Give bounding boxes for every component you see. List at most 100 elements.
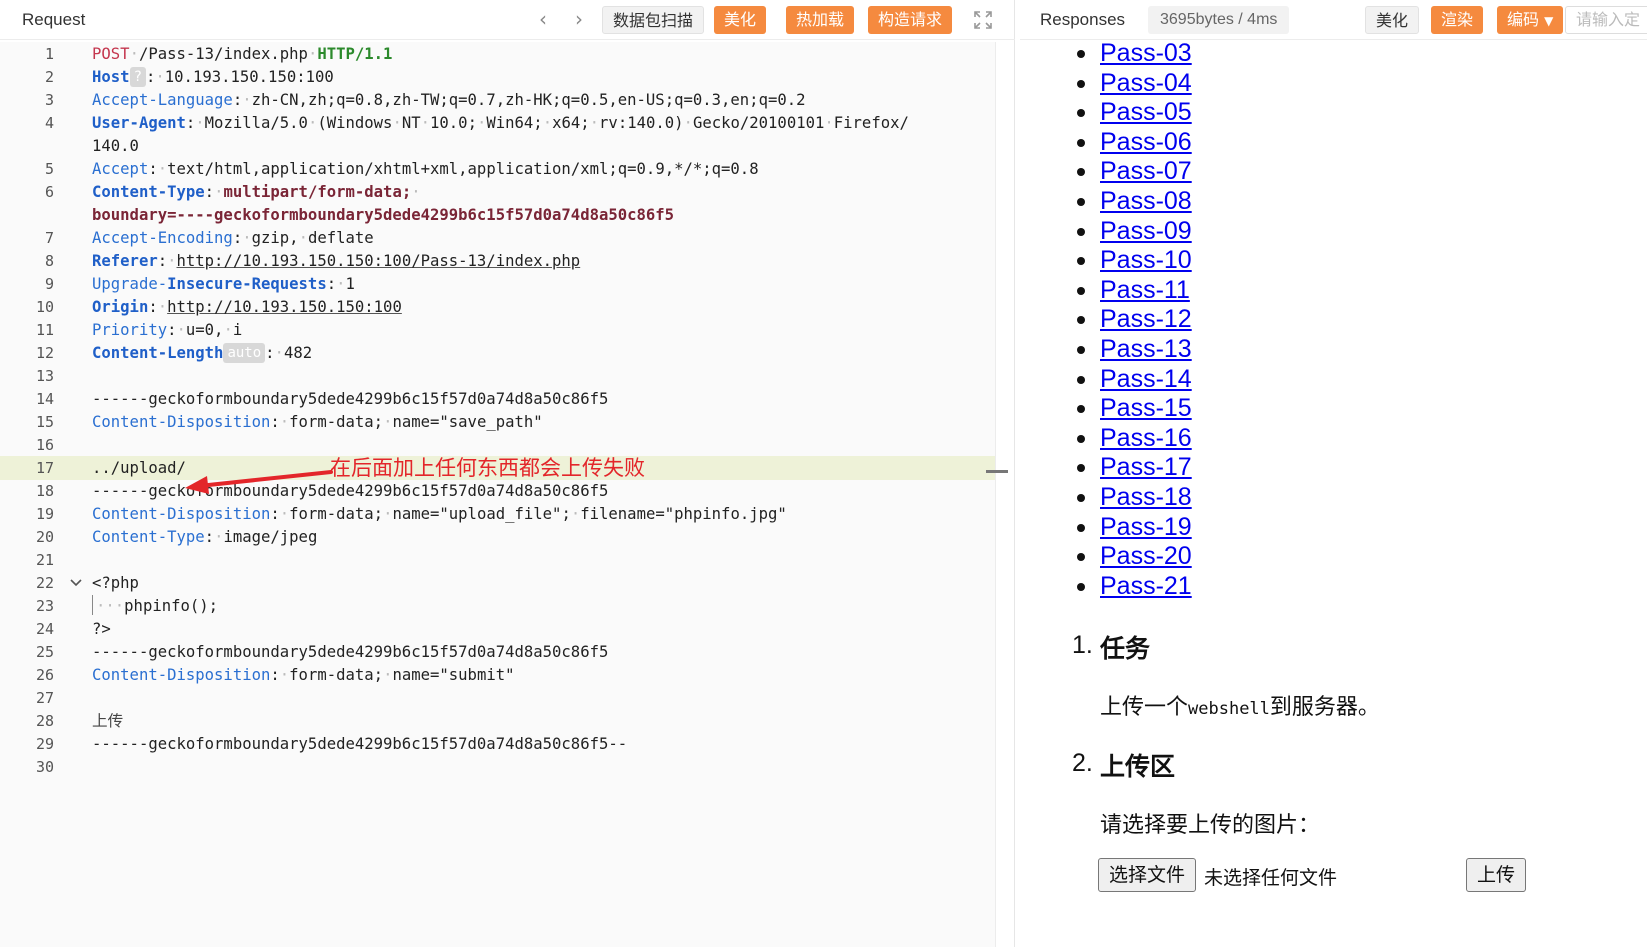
- code-line[interactable]: 15 Content-Disposition:·form-data;·name="…: [0, 410, 1012, 434]
- code-line[interactable]: 11 Priority:·u=0,·i: [0, 318, 1012, 342]
- code-token: ·: [167, 252, 177, 270]
- pass-link[interactable]: Pass-12: [1100, 304, 1192, 335]
- code-line[interactable]: 19 Content-Disposition:·form-data;·name="…: [0, 502, 1012, 526]
- code-token: 482: [283, 344, 313, 362]
- choose-file-button[interactable]: 选择文件: [1098, 858, 1197, 892]
- render-button[interactable]: 渲染: [1431, 6, 1484, 34]
- pass-link[interactable]: Pass-14: [1100, 364, 1192, 395]
- line-number: 27: [35, 689, 54, 707]
- chevron-left-icon[interactable]: ‹: [532, 8, 554, 32]
- hot-load-button[interactable]: 热加载: [786, 6, 855, 34]
- code-line[interactable]: 20 Content-Type:·image/jpeg: [0, 525, 1012, 549]
- code-line[interactable]: 23 ···phpinfo();: [0, 594, 1012, 618]
- code-line[interactable]: 28 上传: [0, 709, 1012, 733]
- pass-link[interactable]: Pass-13: [1100, 334, 1192, 365]
- code-token: Win64;: [486, 114, 543, 132]
- code-token: gzip,: [251, 229, 299, 247]
- pass-link[interactable]: Pass-15: [1100, 393, 1192, 424]
- line-content: Accept-Language:·zh-CN,zh;q=0.8,zh-TW;q=…: [92, 88, 806, 112]
- line-number: 1: [44, 45, 54, 63]
- pass-link[interactable]: Pass-09: [1100, 216, 1192, 247]
- chevron-right-icon[interactable]: ›: [568, 8, 590, 32]
- pass-link[interactable]: Pass-03: [1100, 41, 1192, 69]
- code-line[interactable]: 22 <?php: [0, 571, 1012, 595]
- beautify-button[interactable]: 美化: [714, 6, 767, 34]
- code-line[interactable]: 3 Accept-Language:·zh-CN,zh;q=0.8,zh-TW;q…: [0, 88, 1012, 112]
- code-token: /Pass-13/index.php: [138, 45, 308, 63]
- code-token: name="submit": [392, 666, 515, 684]
- code-line[interactable]: 13: [0, 364, 1012, 388]
- pass-link[interactable]: Pass-04: [1100, 68, 1192, 99]
- code-token: Content-Type: [92, 528, 205, 546]
- line-number: 17: [35, 459, 54, 477]
- editor-scrollbar[interactable]: [995, 42, 1013, 947]
- pass-link[interactable]: Pass-08: [1100, 186, 1192, 217]
- code-line[interactable]: 4 User-Agent:·Mozilla/5.0·(Windows·NT·10.…: [0, 111, 1012, 135]
- code-token: ·: [242, 229, 252, 247]
- code-token: ------geckoformboundary5dede4299b6c15f57…: [92, 482, 609, 500]
- code-line[interactable]: 5 Accept:·text/html,application/xhtml+xml…: [0, 157, 1012, 181]
- fold-chevron-icon[interactable]: [68, 575, 84, 591]
- pass-link[interactable]: Pass-17: [1100, 452, 1192, 483]
- code-line[interactable]: boundary=----geckoformboundary5dede4299b…: [0, 203, 1012, 227]
- pass-link[interactable]: Pass-20: [1100, 541, 1192, 572]
- line-content: Referer:·http://10.193.150.150:100/Pass-…: [92, 249, 580, 273]
- build-request-button[interactable]: 构造请求: [868, 6, 953, 34]
- pass-link[interactable]: Pass-05: [1100, 97, 1192, 128]
- code-line[interactable]: 30: [0, 755, 1012, 779]
- pass-link[interactable]: Pass-07: [1100, 156, 1192, 187]
- code-token: ·: [176, 321, 186, 339]
- code-token: POST: [92, 45, 130, 63]
- code-token: ·: [157, 160, 168, 178]
- code-line[interactable]: 18 ------geckoformboundary5dede4299b6c15f…: [0, 479, 1012, 503]
- code-token: form-data;: [289, 505, 384, 523]
- code-line[interactable]: 10 Origin:·http://10.193.150.150:100: [0, 295, 1012, 319]
- list-bullet: [1077, 582, 1085, 591]
- line-number: 18: [35, 482, 54, 500]
- code-line[interactable]: 26 Content-Disposition:·form-data;·name="…: [0, 663, 1012, 687]
- pass-link[interactable]: Pass-18: [1100, 482, 1192, 513]
- encode-dropdown[interactable]: 编码 ▼: [1497, 6, 1564, 34]
- code-line[interactable]: 6 Content-Type:·multipart/form-data;·: [0, 180, 1012, 204]
- annotation-text: 在后面加上任何东西都会上传失败: [330, 456, 645, 480]
- code-line[interactable]: 21: [0, 548, 1012, 572]
- code-line[interactable]: 12 Content-Length auto:·482: [0, 341, 1012, 365]
- code-line[interactable]: 2 Host?:·10.193.150.150:100: [0, 65, 1012, 89]
- request-editor[interactable]: 1 POST·/Pass-13/index.php·HTTP/1.1 2 Host?:…: [0, 42, 1012, 947]
- pass-link[interactable]: Pass-19: [1100, 512, 1192, 543]
- response-beautify-button[interactable]: 美化: [1365, 6, 1420, 34]
- pass-link[interactable]: Pass-21: [1100, 571, 1192, 602]
- line-content: ../upload/: [92, 456, 186, 480]
- code-line[interactable]: 140.0: [0, 134, 1012, 158]
- pass-link[interactable]: Pass-16: [1100, 423, 1192, 454]
- code-token: :: [232, 229, 243, 247]
- code-token: ·: [157, 298, 168, 316]
- pass-link[interactable]: Pass-11: [1100, 275, 1190, 306]
- code-token: ·: [570, 505, 581, 523]
- code-line[interactable]: 27: [0, 686, 1012, 710]
- expand-icon[interactable]: [972, 9, 994, 31]
- line-number: 4: [44, 114, 54, 132]
- code-line[interactable]: 25 ------geckoformboundary5dede4299b6c15f…: [0, 640, 1012, 664]
- code-line[interactable]: 8 Referer:·http://10.193.150.150:100/Pass…: [0, 249, 1012, 273]
- upload-submit-button[interactable]: 上传: [1466, 858, 1527, 892]
- hint-badge: ?: [129, 67, 146, 87]
- code-line[interactable]: 14 ------geckoformboundary5dede4299b6c15f…: [0, 387, 1012, 411]
- hint-badge: auto: [223, 343, 266, 363]
- pass-link[interactable]: Pass-06: [1100, 127, 1192, 158]
- line-number: 24: [35, 620, 54, 638]
- section-1-text: 上传一个webshell到服务器。: [1100, 689, 1380, 721]
- response-search-input[interactable]: 请输入定: [1565, 6, 1647, 34]
- code-token: :: [146, 68, 156, 86]
- line-content: Content-Disposition:·form-data;·name="su…: [92, 663, 515, 687]
- code-token: ·: [336, 275, 346, 293]
- line-content: 140.0: [92, 134, 139, 158]
- packet-scan-button[interactable]: 数据包扫描: [602, 6, 705, 34]
- code-line[interactable]: 1 POST·/Pass-13/index.php·HTTP/1.1: [0, 42, 1012, 66]
- code-token: Content-Disposition: [92, 413, 271, 431]
- pass-link[interactable]: Pass-10: [1100, 245, 1192, 276]
- code-line[interactable]: 7 Accept-Encoding:·gzip,·deflate: [0, 226, 1012, 250]
- code-line[interactable]: 29 ------geckoformboundary5dede4299b6c15f…: [0, 732, 1012, 756]
- code-line[interactable]: 24 ?>: [0, 617, 1012, 641]
- code-line[interactable]: 9 Upgrade-Insecure-Requests:·1: [0, 272, 1012, 296]
